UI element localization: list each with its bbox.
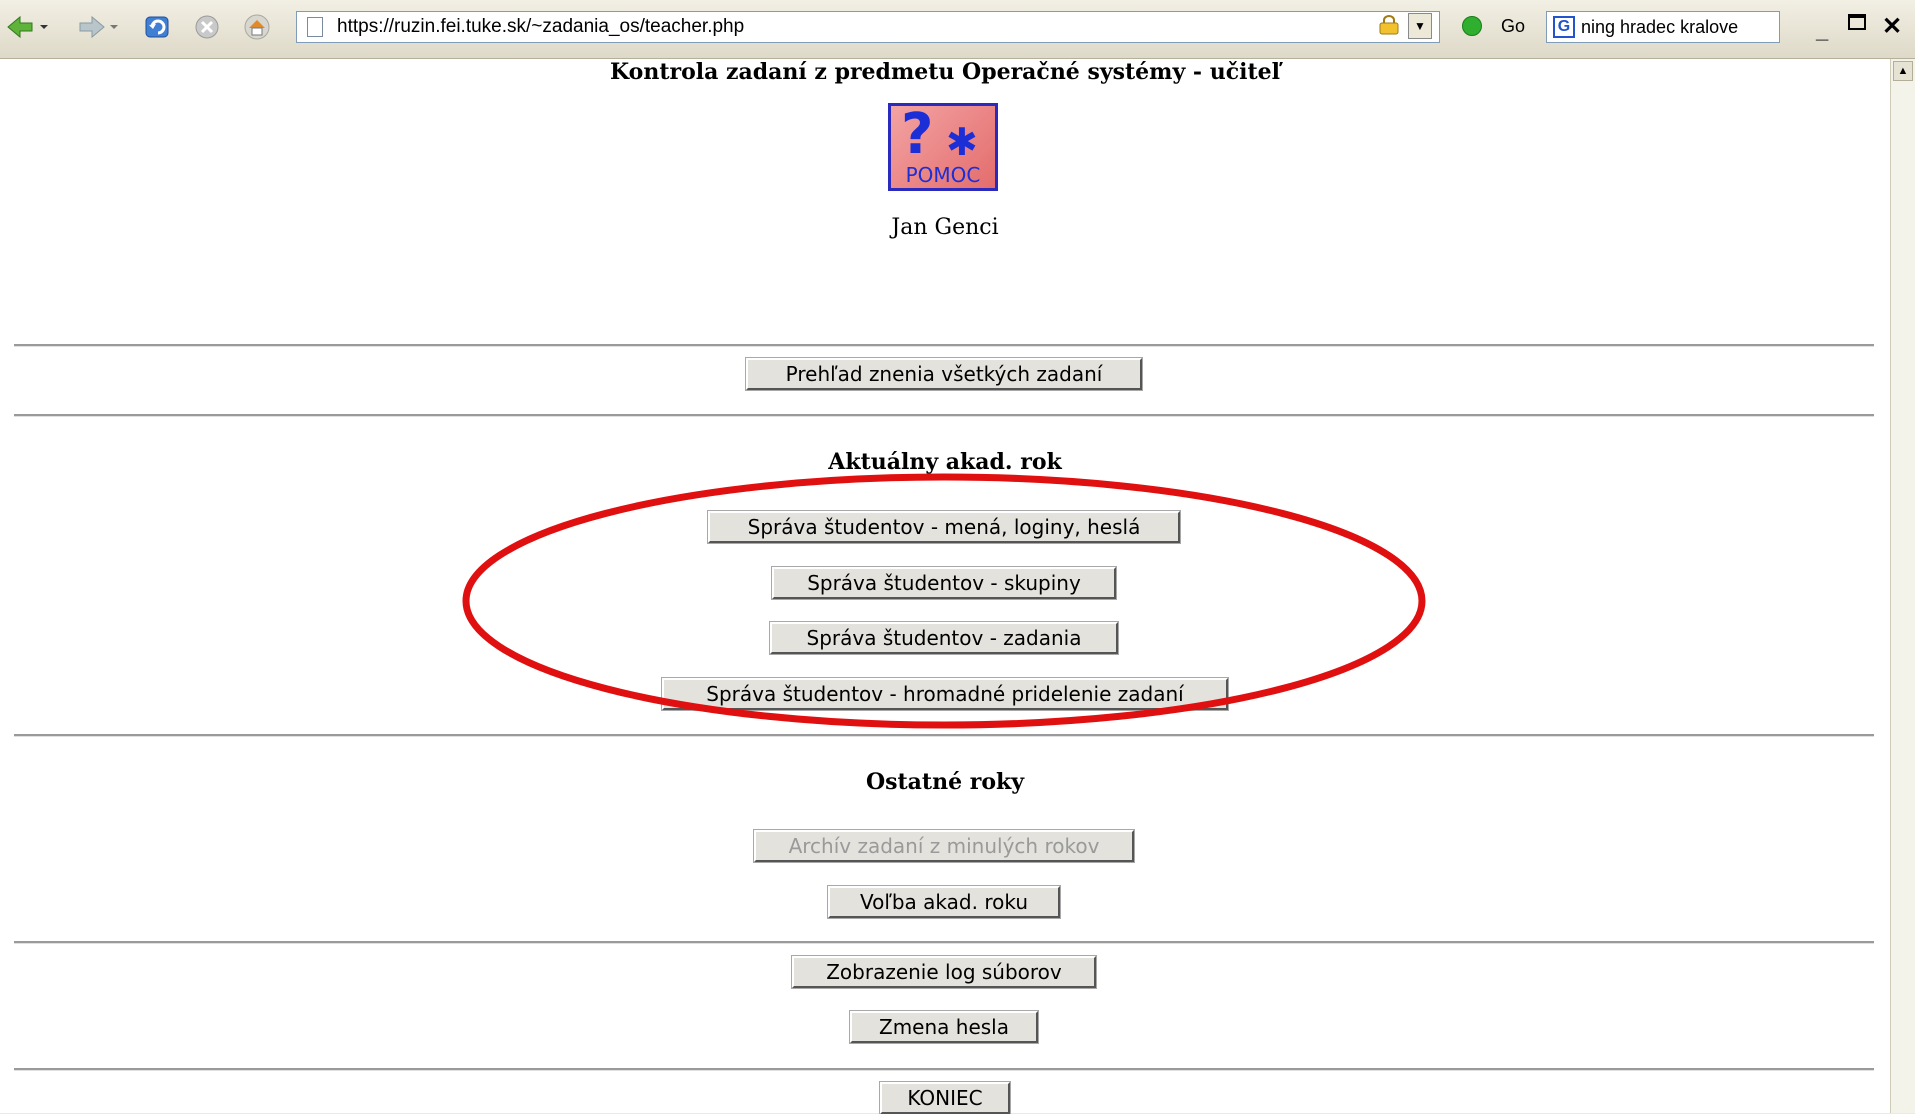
scroll-up-icon[interactable]: ▲ xyxy=(1893,61,1913,81)
url-text[interactable]: https://ruzin.fei.tuke.sk/~zadania_os/te… xyxy=(337,16,744,38)
divider xyxy=(14,734,1874,737)
page-title: Kontrola zadaní z predmetu Operačné syst… xyxy=(610,59,1280,85)
forward-icon xyxy=(79,15,118,39)
back-button[interactable] xyxy=(4,14,52,40)
refresh-icon xyxy=(145,16,169,38)
page-icon xyxy=(307,17,323,37)
google-search-box[interactable]: G ning hradec kralove xyxy=(1546,11,1780,43)
maximize-button[interactable] xyxy=(1848,14,1866,30)
google-icon[interactable]: G xyxy=(1553,16,1575,38)
vertical-scrollbar[interactable]: ▲ xyxy=(1890,59,1915,1113)
chevron-down-icon: ▼ xyxy=(1414,19,1426,33)
stop-icon xyxy=(195,15,219,39)
refresh-button[interactable] xyxy=(142,12,174,42)
go-button[interactable]: Go xyxy=(1501,16,1525,37)
archive-button[interactable]: Archív zadaní z minulých rokov xyxy=(753,829,1135,863)
search-query[interactable]: ning hradec kralove xyxy=(1581,17,1738,38)
lock-icon[interactable] xyxy=(1378,15,1400,35)
home-icon xyxy=(244,14,270,40)
forward-button[interactable] xyxy=(74,14,122,40)
year-choice-button[interactable]: Voľba akad. roku xyxy=(827,885,1061,919)
exit-button[interactable]: KONIEC xyxy=(879,1081,1011,1114)
page-content: Kontrola zadaní z predmetu Operačné syst… xyxy=(0,59,1890,1114)
divider xyxy=(14,344,1874,347)
overview-button[interactable]: Prehľad znenia všetkých zadaní xyxy=(745,357,1143,391)
help-label: POMOC xyxy=(905,163,981,187)
address-dropdown-button[interactable]: ▼ xyxy=(1408,13,1432,39)
user-name: Jan Genci xyxy=(891,215,999,240)
divider xyxy=(14,941,1874,944)
stop-button[interactable] xyxy=(192,12,222,42)
medical-star-icon: ✱ xyxy=(946,122,978,164)
divider xyxy=(14,1068,1874,1071)
back-icon xyxy=(7,15,48,39)
other-years-heading: Ostatné roky xyxy=(865,769,1025,795)
question-mark-icon: ? xyxy=(901,102,934,167)
browser-toolbar: https://ruzin.fei.tuke.sk/~zadania_os/te… xyxy=(0,0,1915,59)
home-button[interactable] xyxy=(240,12,274,42)
minimize-button[interactable]: _ xyxy=(1816,18,1828,44)
help-button[interactable]: ? ✱ POMOC xyxy=(888,102,998,191)
go-icon[interactable] xyxy=(1462,16,1482,36)
highlight-ellipse xyxy=(462,473,1426,729)
log-files-button[interactable]: Zobrazenie log súborov xyxy=(791,955,1097,989)
address-bar[interactable]: https://ruzin.fei.tuke.sk/~zadania_os/te… xyxy=(296,11,1440,43)
change-password-button[interactable]: Zmena hesla xyxy=(849,1010,1039,1044)
divider xyxy=(14,414,1874,417)
close-button[interactable]: ✕ xyxy=(1882,12,1902,41)
